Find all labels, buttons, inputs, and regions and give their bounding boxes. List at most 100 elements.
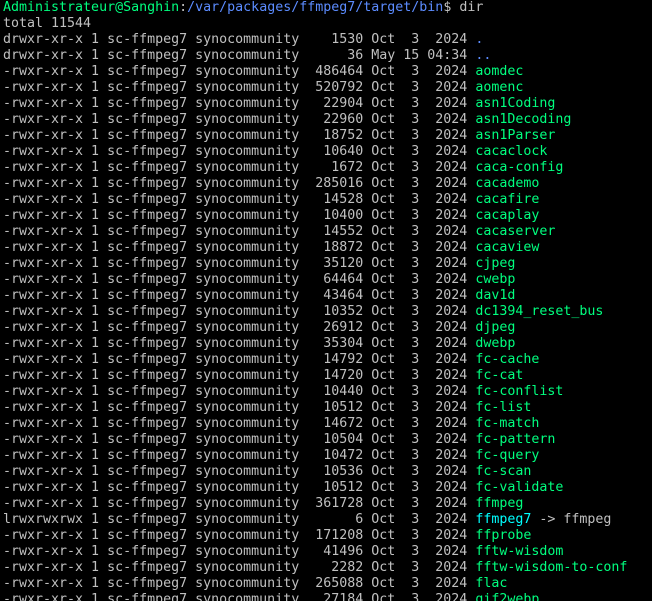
listing-row: -rwxr-xr-x 1 sc-ffmpeg7 synocommunity 26… bbox=[3, 576, 652, 592]
listing-meta: -rwxr-xr-x 1 sc-ffmpeg7 synocommunity 35… bbox=[3, 256, 476, 271]
listing-meta: -rwxr-xr-x 1 sc-ffmpeg7 synocommunity 14… bbox=[3, 368, 476, 383]
listing-meta: -rwxr-xr-x 1 sc-ffmpeg7 synocommunity 26… bbox=[3, 320, 476, 335]
listing-row: -rwxr-xr-x 1 sc-ffmpeg7 synocommunity 10… bbox=[3, 144, 652, 160]
listing-meta: -rwxr-xr-x 1 sc-ffmpeg7 synocommunity 14… bbox=[3, 224, 476, 239]
listing-row: -rwxr-xr-x 1 sc-ffmpeg7 synocommunity 26… bbox=[3, 320, 652, 336]
listing-meta: -rwxr-xr-x 1 sc-ffmpeg7 synocommunity 10… bbox=[3, 480, 476, 495]
listing-row: -rwxr-xr-x 1 sc-ffmpeg7 synocommunity 17… bbox=[3, 528, 652, 544]
listing-meta: drwxr-xr-x 1 sc-ffmpeg7 synocommunity 36… bbox=[3, 48, 476, 63]
listing-filename: cacaplay bbox=[475, 208, 540, 223]
listing-filename: cacaclock bbox=[475, 144, 548, 159]
listing-row: -rwxr-xr-x 1 sc-ffmpeg7 synocommunity 10… bbox=[3, 304, 652, 320]
listing-row: -rwxr-xr-x 1 sc-ffmpeg7 synocommunity 14… bbox=[3, 368, 652, 384]
listing-row: -rwxr-xr-x 1 sc-ffmpeg7 synocommunity 10… bbox=[3, 448, 652, 464]
total-line: total 11544 bbox=[3, 16, 92, 31]
listing-row: -rwxr-xr-x 1 sc-ffmpeg7 synocommunity 14… bbox=[3, 416, 652, 432]
directory-listing: drwxr-xr-x 1 sc-ffmpeg7 synocommunity 15… bbox=[3, 32, 652, 601]
listing-row: -rwxr-xr-x 1 sc-ffmpeg7 synocommunity 27… bbox=[3, 592, 652, 601]
listing-filename: asn1Decoding bbox=[475, 112, 572, 127]
listing-filename: dc1394_reset_bus bbox=[475, 304, 604, 319]
listing-row: -rwxr-xr-x 1 sc-ffmpeg7 synocommunity 10… bbox=[3, 464, 652, 480]
listing-meta: -rwxr-xr-x 1 sc-ffmpeg7 synocommunity 10… bbox=[3, 432, 476, 447]
listing-meta: -rwxr-xr-x 1 sc-ffmpeg7 synocommunity 22… bbox=[3, 96, 476, 111]
listing-filename: fc-conflist bbox=[475, 384, 564, 399]
listing-filename: ffprobe bbox=[475, 528, 532, 543]
listing-filename: cacademo bbox=[475, 176, 540, 191]
listing-meta: -rwxr-xr-x 1 sc-ffmpeg7 synocommunity 14… bbox=[3, 352, 476, 367]
listing-filename: aomdec bbox=[475, 64, 524, 79]
listing-meta: -rwxr-xr-x 1 sc-ffmpeg7 synocommunity 18… bbox=[3, 240, 476, 255]
listing-filename: cacafire bbox=[475, 192, 540, 207]
listing-meta: -rwxr-xr-x 1 sc-ffmpeg7 synocommunity 35… bbox=[3, 336, 476, 351]
listing-filename: fc-cat bbox=[475, 368, 524, 383]
listing-filename: cacaview bbox=[475, 240, 540, 255]
terminal-window[interactable]: Administrateur@Sanghin:/var/packages/ffm… bbox=[0, 0, 652, 601]
listing-row: -rwxr-xr-x 1 sc-ffmpeg7 synocommunity 22… bbox=[3, 112, 652, 128]
listing-meta: -rwxr-xr-x 1 sc-ffmpeg7 synocommunity 28… bbox=[3, 176, 476, 191]
listing-filename: .. bbox=[475, 48, 492, 63]
prompt-line: Administrateur@Sanghin:/var/packages/ffm… bbox=[3, 0, 652, 16]
listing-filename: . bbox=[475, 32, 484, 47]
listing-meta: lrwxrwxrwx 1 sc-ffmpeg7 synocommunity 6 … bbox=[3, 512, 476, 527]
listing-meta: -rwxr-xr-x 1 sc-ffmpeg7 synocommunity 10… bbox=[3, 384, 476, 399]
listing-filename: fc-scan bbox=[475, 464, 532, 479]
listing-filename: caca-config bbox=[475, 160, 564, 175]
listing-meta: -rwxr-xr-x 1 sc-ffmpeg7 synocommunity 52… bbox=[3, 80, 476, 95]
listing-meta: -rwxr-xr-x 1 sc-ffmpeg7 synocommunity 36… bbox=[3, 496, 476, 511]
listing-meta: -rwxr-xr-x 1 sc-ffmpeg7 synocommunity 27… bbox=[3, 592, 476, 601]
listing-row: -rwxr-xr-x 1 sc-ffmpeg7 synocommunity 18… bbox=[3, 240, 652, 256]
prompt-command: dir bbox=[459, 0, 484, 15]
listing-row: -rwxr-xr-x 1 sc-ffmpeg7 synocommunity 22… bbox=[3, 96, 652, 112]
listing-row: -rwxr-xr-x 1 sc-ffmpeg7 synocommunity 10… bbox=[3, 400, 652, 416]
prompt-separator: : bbox=[179, 0, 188, 15]
listing-row: -rwxr-xr-x 1 sc-ffmpeg7 synocommunity 43… bbox=[3, 288, 652, 304]
listing-meta: -rwxr-xr-x 1 sc-ffmpeg7 synocommunity 17… bbox=[3, 528, 476, 543]
listing-row: -rwxr-xr-x 1 sc-ffmpeg7 synocommunity 10… bbox=[3, 432, 652, 448]
listing-row: -rwxr-xr-x 1 sc-ffmpeg7 synocommunity 41… bbox=[3, 544, 652, 560]
listing-filename: asn1Coding bbox=[475, 96, 556, 111]
listing-meta: drwxr-xr-x 1 sc-ffmpeg7 synocommunity 15… bbox=[3, 32, 476, 47]
listing-meta: -rwxr-xr-x 1 sc-ffmpeg7 synocommunity 26… bbox=[3, 576, 476, 591]
listing-row: -rwxr-xr-x 1 sc-ffmpeg7 synocommunity 18… bbox=[3, 128, 652, 144]
listing-meta: -rwxr-xr-x 1 sc-ffmpeg7 synocommunity 64… bbox=[3, 272, 476, 287]
listing-meta: -rwxr-xr-x 1 sc-ffmpeg7 synocommunity 10… bbox=[3, 464, 476, 479]
listing-filename: fc-validate bbox=[475, 480, 564, 495]
listing-row: drwxr-xr-x 1 sc-ffmpeg7 synocommunity 36… bbox=[3, 48, 652, 64]
listing-filename: cacaserver bbox=[475, 224, 556, 239]
listing-row: -rwxr-xr-x 1 sc-ffmpeg7 synocommunity 28… bbox=[3, 176, 652, 192]
listing-meta: -rwxr-xr-x 1 sc-ffmpeg7 synocommunity 41… bbox=[3, 544, 476, 559]
listing-row: -rwxr-xr-x 1 sc-ffmpeg7 synocommunity 16… bbox=[3, 160, 652, 176]
listing-meta: -rwxr-xr-x 1 sc-ffmpeg7 synocommunity 43… bbox=[3, 288, 476, 303]
listing-row: -rwxr-xr-x 1 sc-ffmpeg7 synocommunity 35… bbox=[3, 256, 652, 272]
listing-filename: flac bbox=[475, 576, 508, 591]
listing-row: -rwxr-xr-x 1 sc-ffmpeg7 synocommunity 14… bbox=[3, 224, 652, 240]
listing-link-target: -> ffmpeg bbox=[531, 512, 612, 527]
listing-meta: -rwxr-xr-x 1 sc-ffmpeg7 synocommunity 14… bbox=[3, 416, 476, 431]
listing-filename: djpeg bbox=[475, 320, 516, 335]
listing-meta: -rwxr-xr-x 1 sc-ffmpeg7 synocommunity 16… bbox=[3, 160, 476, 175]
listing-row: -rwxr-xr-x 1 sc-ffmpeg7 synocommunity 35… bbox=[3, 336, 652, 352]
listing-meta: -rwxr-xr-x 1 sc-ffmpeg7 synocommunity 22… bbox=[3, 112, 476, 127]
listing-filename: fc-list bbox=[475, 400, 532, 415]
prompt-path: /var/packages/ffmpeg7/target/bin bbox=[187, 0, 444, 15]
prompt-user-host: Administrateur@Sanghin bbox=[3, 0, 180, 15]
listing-filename: cwebp bbox=[475, 272, 516, 287]
listing-row: -rwxr-xr-x 1 sc-ffmpeg7 synocommunity 52… bbox=[3, 80, 652, 96]
listing-row: -rwxr-xr-x 1 sc-ffmpeg7 synocommunity 10… bbox=[3, 208, 652, 224]
listing-row: -rwxr-xr-x 1 sc-ffmpeg7 synocommunity 10… bbox=[3, 384, 652, 400]
listing-filename: dwebp bbox=[475, 336, 516, 351]
listing-filename: fc-match bbox=[475, 416, 540, 431]
listing-row: -rwxr-xr-x 1 sc-ffmpeg7 synocommunity 14… bbox=[3, 192, 652, 208]
listing-row: -rwxr-xr-x 1 sc-ffmpeg7 synocommunity 48… bbox=[3, 64, 652, 80]
listing-meta: -rwxr-xr-x 1 sc-ffmpeg7 synocommunity 22… bbox=[3, 560, 476, 575]
listing-meta: -rwxr-xr-x 1 sc-ffmpeg7 synocommunity 10… bbox=[3, 304, 476, 319]
listing-filename: gif2webp bbox=[475, 592, 540, 601]
listing-filename: fc-cache bbox=[475, 352, 540, 367]
listing-filename: aomenc bbox=[475, 80, 524, 95]
listing-filename: dav1d bbox=[475, 288, 516, 303]
listing-meta: -rwxr-xr-x 1 sc-ffmpeg7 synocommunity 10… bbox=[3, 400, 476, 415]
listing-filename: fc-query bbox=[475, 448, 540, 463]
listing-meta: -rwxr-xr-x 1 sc-ffmpeg7 synocommunity 48… bbox=[3, 64, 476, 79]
listing-filename: fftw-wisdom bbox=[475, 544, 564, 559]
listing-meta: -rwxr-xr-x 1 sc-ffmpeg7 synocommunity 10… bbox=[3, 448, 476, 463]
